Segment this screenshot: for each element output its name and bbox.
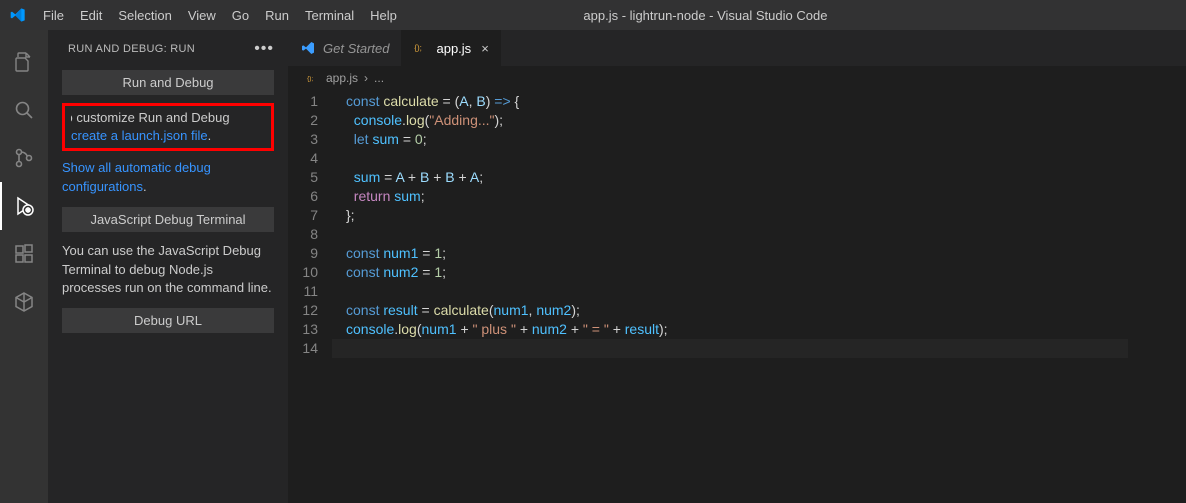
tab-get-started[interactable]: Get Started: [288, 30, 401, 66]
customize-text: To customize Run and Debug: [71, 109, 265, 127]
code-content[interactable]: const calculate = (A, B) => { console.lo…: [332, 92, 1128, 503]
menu-edit[interactable]: Edit: [72, 8, 110, 23]
debug-url-button[interactable]: Debug URL: [62, 308, 274, 333]
js-file-icon: {);: [413, 40, 429, 56]
close-icon[interactable]: ×: [478, 41, 489, 56]
activity-run-debug-icon[interactable]: [0, 182, 48, 230]
vscode-mono-icon: [300, 40, 316, 56]
sidebar-title: RUN AND DEBUG: RUN: [68, 43, 195, 55]
run-and-debug-button[interactable]: Run and Debug: [62, 70, 274, 95]
show-all-configs-link[interactable]: Show all automatic debug configurations: [62, 160, 211, 194]
editor-group: Get Started {); app.js × {); app.js › ..…: [288, 30, 1186, 503]
activity-extensions-icon[interactable]: [0, 230, 48, 278]
menu-help[interactable]: Help: [362, 8, 405, 23]
vscode-logo-icon: [0, 7, 35, 23]
tab-appjs[interactable]: {); app.js ×: [401, 30, 500, 66]
svg-text:{);: {);: [307, 75, 313, 82]
sidebar-run-debug: RUN AND DEBUG: RUN ••• Run and Debug To …: [48, 30, 288, 503]
breadcrumb[interactable]: {); app.js › ...: [288, 66, 1186, 90]
menu-terminal[interactable]: Terminal: [297, 8, 362, 23]
sidebar-more-icon[interactable]: •••: [254, 40, 274, 58]
js-debug-terminal-button[interactable]: JavaScript Debug Terminal: [62, 207, 274, 232]
svg-text:{);: {);: [415, 44, 423, 53]
menu-go[interactable]: Go: [224, 8, 257, 23]
minimap[interactable]: [1128, 90, 1186, 503]
title-bar: File Edit Selection View Go Run Terminal…: [0, 0, 1186, 30]
activity-search-icon[interactable]: [0, 86, 48, 134]
activity-bar: [0, 30, 48, 503]
code-editor[interactable]: 1234567891011121314 const calculate = (A…: [288, 90, 1128, 503]
menu-selection[interactable]: Selection: [110, 8, 179, 23]
menu-file[interactable]: File: [35, 8, 72, 23]
create-launch-json-highlight: To customize Run and Debug create a laun…: [62, 103, 274, 151]
menu-bar: File Edit Selection View Go Run Terminal…: [35, 8, 405, 23]
window-title: app.js - lightrun-node - Visual Studio C…: [405, 8, 1186, 23]
create-launch-json-link[interactable]: create a launch.json file: [71, 128, 208, 143]
js-debug-terminal-text: You can use the JavaScript Debug Termina…: [48, 236, 288, 305]
menu-run[interactable]: Run: [257, 8, 297, 23]
activity-remote-icon[interactable]: [0, 278, 48, 326]
activity-explorer-icon[interactable]: [0, 38, 48, 86]
menu-view[interactable]: View: [180, 8, 224, 23]
editor-tabs: Get Started {); app.js ×: [288, 30, 1186, 66]
line-numbers: 1234567891011121314: [288, 92, 332, 503]
js-file-icon: {);: [306, 71, 320, 85]
activity-source-control-icon[interactable]: [0, 134, 48, 182]
